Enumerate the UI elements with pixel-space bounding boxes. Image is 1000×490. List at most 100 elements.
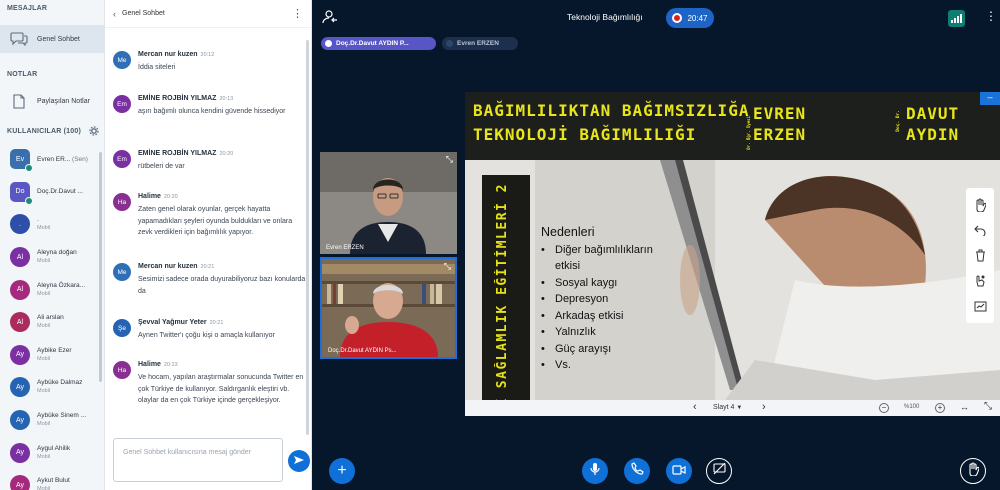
screen-share-off-icon [712,462,726,480]
message-input[interactable]: Genel Sohbet kullanıcısına mesaj gönder [113,438,283,482]
raise-hand-button[interactable] [960,458,986,484]
hand-tool-icon[interactable] [971,196,989,214]
user-list-item[interactable]: Ay Aygul Ahilik Mobil [0,436,104,469]
undo-icon[interactable] [971,221,989,239]
more-options-icon[interactable]: ⋮ [292,8,303,19]
user-name-line: Aykut Bulut [37,476,99,485]
users-header: KULLANICILAR (100) [0,123,104,141]
fit-width-icon[interactable]: ↔ [960,402,969,412]
message-time: 20:13 [219,96,234,102]
talker-name: Doç.Dr.Davut AYDIN P... [336,40,409,47]
user-name-line: Aybüke Sinem ... [37,411,99,420]
user-list-item[interactable]: Al Aleyna Özkara... Mobil [0,273,104,306]
slide-select-label: Slayt 4 [713,404,735,411]
chat-scrollbar[interactable] [306,40,309,435]
whiteboard-icon[interactable] [971,297,989,315]
multi-user-pointer-icon[interactable] [971,272,989,290]
user-name: Aleyna doğan [37,249,77,257]
bullet-dot: • [541,276,545,289]
zoom-in-icon[interactable]: + [935,403,945,413]
slide-body: PSİKOLOJİK SAĞLAMLIK EĞİTİMLERİ 2 Nedenl… [465,160,1000,400]
minimize-presentation-button[interactable]: – [980,92,1000,105]
chevron-left-icon[interactable]: ‹ [113,9,116,19]
message-author: Mercan nur kuzen [138,51,198,58]
bullet-item: • Güç arayışı [541,341,653,358]
user-list-scrollbar[interactable] [99,152,102,382]
bullet-item: • Sosyal kaygı [541,275,653,292]
mute-button[interactable] [582,458,608,484]
user-list-item[interactable]: Ay Aybike Ezer Mobil [0,339,104,372]
bullet-dot [541,258,555,275]
user-list-item[interactable]: Ay Aybüke Dalmaz Mobil [0,371,104,404]
bullet-dot: • [541,243,545,256]
user-info: Ali arslan Mobil [37,313,99,331]
previous-slide-icon[interactable]: ‹ [693,401,697,413]
webcam-image [320,152,457,254]
user-list-item[interactable]: Ay Aybüke Sinem ... Mobil [0,404,104,437]
talking-indicator-1[interactable]: Doç.Dr.Davut AYDIN P... [321,37,436,50]
avatar: Şe [113,319,131,337]
user-device: Mobil [37,421,51,428]
speaker2-last: AYDIN [906,125,960,144]
user-info: Aygul Ahilik Mobil [37,444,99,462]
shared-notes-item[interactable]: Paylaşılan Notlar [0,87,104,115]
user-name-line: Doç.Dr.Davut ... [37,187,99,196]
shared-notes-label: Paylaşılan Notlar [37,97,90,105]
avatar: Al [10,247,30,268]
send-button[interactable] [288,450,310,472]
user-name: Aybüke Sinem ... [37,412,87,420]
message-header: Mercan nur kuzen 20:12 [138,50,306,60]
user-name-line: Aleyna doğan [37,248,99,257]
zoom-level: %100 [904,404,920,410]
public-chat-item[interactable]: Genel Sohbet [0,25,104,53]
avatar-initials: Ay [15,351,25,359]
user-info: Aleyna doğan Mobil [37,248,99,266]
message-text: Sesimizi sadece orada duyurabiliyoruz ba… [138,276,306,295]
user-name-line: Aleyna Özkara... [37,281,99,290]
gear-icon[interactable] [89,123,99,141]
zoom-out-icon[interactable]: − [879,403,889,413]
message-time: 20:12 [200,52,215,58]
user-list-item[interactable]: Do Doç.Dr.Davut ... [0,176,104,209]
next-slide-icon[interactable]: › [762,401,766,413]
fullscreen-icon[interactable]: ⤡ [444,262,451,271]
chat-message: Ha Halime 20:20 Zaten genel olarak oyunlar,… [113,192,309,239]
fullscreen-icon[interactable]: ⤡ [984,401,992,412]
webcam-label: Evren ERZEN [326,245,364,251]
user-info: Aykut Bulut Mobil [37,476,99,490]
user-list-item[interactable]: Ev Evren ER... (Sen) [0,143,104,176]
message-author: Halime [138,193,161,200]
user-list-item[interactable]: Al Aleyna doğan Mobil [0,241,104,274]
speaker2-first: DAVUT [906,104,960,123]
webcam-evren[interactable]: ⤡ Evren ERZEN [320,152,457,254]
more-options-icon[interactable]: ⋮ [985,9,997,23]
bullet-items: • Diğer bağımlılıkların etkisi • Sosyal kayg… [541,242,653,374]
chat-icon [8,32,30,46]
slide-select[interactable]: Slayt 4 ▼ [713,404,742,411]
recording-indicator[interactable]: 20:47 [666,8,714,28]
avatar-initials: Do [15,188,25,196]
user-name: Aleyna Özkara... [37,281,86,289]
bullet-text: Vs. [555,359,571,371]
message-author: Halime [138,361,161,368]
talking-indicator-2[interactable]: Evren ERZEN [442,37,518,50]
user-list-item[interactable]: Ay Aykut Bulut Mobil [0,469,104,490]
user-list-item[interactable]: Al Ali arslan Mobil [0,306,104,339]
fullscreen-icon[interactable]: ⤡ [446,155,453,164]
user-list-item[interactable]: .. Mobil [0,208,104,241]
connection-status-icon[interactable] [948,10,965,27]
user-info: Doç.Dr.Davut ... [37,187,99,196]
microphone-icon [590,462,600,481]
avatar-initials: Al [16,286,24,294]
user-leave-icon[interactable] [322,10,338,29]
video-button[interactable] [666,458,692,484]
actions-button[interactable]: + [329,458,355,484]
chat-title: Genel Sohbet [122,10,165,17]
share-screen-button[interactable] [706,458,732,484]
trash-icon[interactable] [971,246,989,264]
avatar: Em [113,95,131,113]
webcam-davut[interactable]: ⤡ Doç.Dr.Davut AYDIN Ps... [320,257,457,359]
audio-button[interactable] [624,458,650,484]
message-author: EMİNE ROJBİN YILMAZ [138,95,217,102]
avatar: Do [10,181,33,205]
